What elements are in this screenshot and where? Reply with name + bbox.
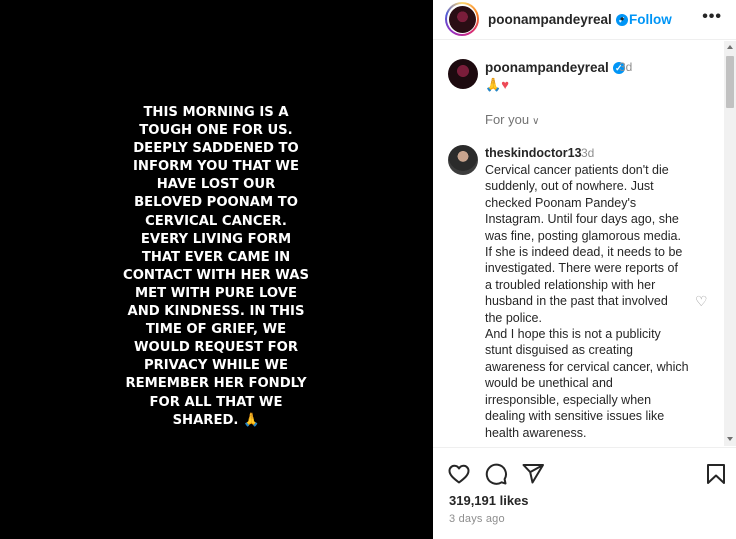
comment-line: And I hope this is not a publicity	[485, 327, 661, 342]
comment-line: dealing with sensitive issues like	[485, 409, 665, 424]
more-options-icon[interactable]: •••	[702, 8, 722, 26]
caption-username[interactable]: poonampandeyreal ✓	[485, 60, 625, 75]
comment-line: awareness for cervical cancer, which	[485, 359, 689, 374]
story-text: THIS MORNING IS A TOUGH ONE FOR US. DEEP…	[116, 104, 316, 430]
comments-area[interactable]: poonampandeyreal ✓ 3d 🙏♥ For you ∨ theskin…	[433, 41, 724, 446]
story-line: SHARED. 🙏	[172, 412, 260, 428]
story-line: TOUGH ONE FOR US.	[139, 123, 293, 139]
story-line: BELOVED POONAM TO	[134, 195, 298, 211]
comment-icon[interactable]	[484, 462, 508, 486]
story-line: WOULD REQUEST FOR	[134, 340, 298, 356]
follow-button[interactable]: Follow	[629, 12, 672, 27]
comment-time: 3d	[581, 146, 595, 160]
post-footer: 319,191 likes 3 days ago	[433, 447, 736, 539]
commenter-avatar[interactable]	[448, 145, 478, 175]
caption-avatar[interactable]	[448, 59, 478, 89]
comment-line: was fine, posting glamorous media.	[485, 228, 681, 243]
story-line: PRIVACY WHILE WE	[143, 358, 289, 374]
commenter-username[interactable]: theskindoctor13	[485, 146, 582, 160]
comment-line: would be unethical and	[485, 376, 613, 391]
comment-line: irresponsible, especially when	[485, 392, 652, 407]
comment-line: Instagram. Until four days ago, she	[485, 212, 679, 227]
story-line: DEEPLY SADDENED TO	[133, 141, 299, 157]
separator-dot: •	[620, 12, 625, 26]
avatar-border	[447, 4, 477, 34]
post-header: poonampandeyreal ✓ • Follow •••	[433, 0, 736, 40]
avatar-image	[448, 5, 476, 33]
comment-line: Cervical cancer patients don't die	[485, 163, 669, 177]
share-icon[interactable]	[521, 462, 545, 486]
story-line: MET WITH PURE LOVE	[135, 285, 297, 301]
story-line: CERVICAL CANCER.	[145, 213, 287, 229]
post-media[interactable]: THIS MORNING IS A TOUGH ONE FOR US. DEEP…	[0, 0, 433, 539]
caption-text: 🙏♥	[485, 77, 509, 93]
scrollbar-thumb[interactable]	[726, 56, 734, 108]
story-line: THAT EVER CAME IN	[141, 249, 291, 265]
comment-line: health awareness.	[485, 425, 587, 440]
chevron-down-icon: ∨	[532, 116, 540, 127]
header-avatar[interactable]	[445, 2, 479, 36]
comment-line: suddenly, out of nowhere. Just	[485, 179, 654, 194]
caption-time: 3d	[619, 60, 633, 74]
bookmark-icon[interactable]	[704, 462, 728, 486]
comment-line: a troubled relationship with her	[485, 277, 656, 292]
comment-line: husband in the past that involved	[485, 294, 668, 309]
comment-sort-label: For you	[485, 112, 530, 127]
caption-username-text: poonampandeyreal	[485, 60, 609, 75]
comment-like-icon[interactable]: ♡	[695, 293, 708, 310]
story-line: AND KINDNESS. IN THIS	[127, 304, 305, 320]
comment-sort-dropdown[interactable]: For you ∨	[485, 112, 539, 127]
scroll-down-arrow-icon[interactable]	[727, 437, 733, 441]
header-username[interactable]: poonampandeyreal ✓	[488, 12, 628, 27]
heart-icon[interactable]	[447, 462, 471, 486]
post-panel: poonampandeyreal ✓ • Follow ••• poonampan…	[433, 0, 736, 539]
comment-line: checked Poonam Pandey's	[485, 195, 637, 210]
story-line: HAVE LOST OUR	[156, 177, 276, 193]
likes-count[interactable]: 319,191 likes	[449, 493, 529, 508]
scroll-up-arrow-icon[interactable]	[727, 45, 733, 49]
prayer-emoji: 🙏	[485, 77, 502, 92]
comment-body: Cervical cancer patients don't die sudde…	[485, 162, 693, 441]
post-timestamp[interactable]: 3 days ago	[449, 513, 505, 525]
header-username-text: poonampandeyreal	[488, 12, 612, 27]
comment-line: stunt disguised as creating	[485, 343, 634, 358]
story-line: REMEMBER HER FONDLY	[125, 376, 307, 392]
story-line: INFORM YOU THAT WE	[133, 159, 299, 175]
story-line: FOR ALL THAT WE	[149, 394, 283, 410]
comment-line: investigated. There were reports of	[485, 261, 678, 276]
comment-line: If she is indeed dead, it needs to be	[485, 245, 683, 260]
comment-line: the police.	[485, 310, 542, 325]
story-line: CONTACT WITH HER WAS	[123, 267, 309, 283]
story-line: THIS MORNING IS A	[143, 105, 289, 120]
red-heart-emoji: ♥	[501, 77, 509, 92]
story-line: TIME OF GRIEF, WE	[145, 322, 287, 338]
story-line: EVERY LIVING FORM	[140, 231, 292, 247]
